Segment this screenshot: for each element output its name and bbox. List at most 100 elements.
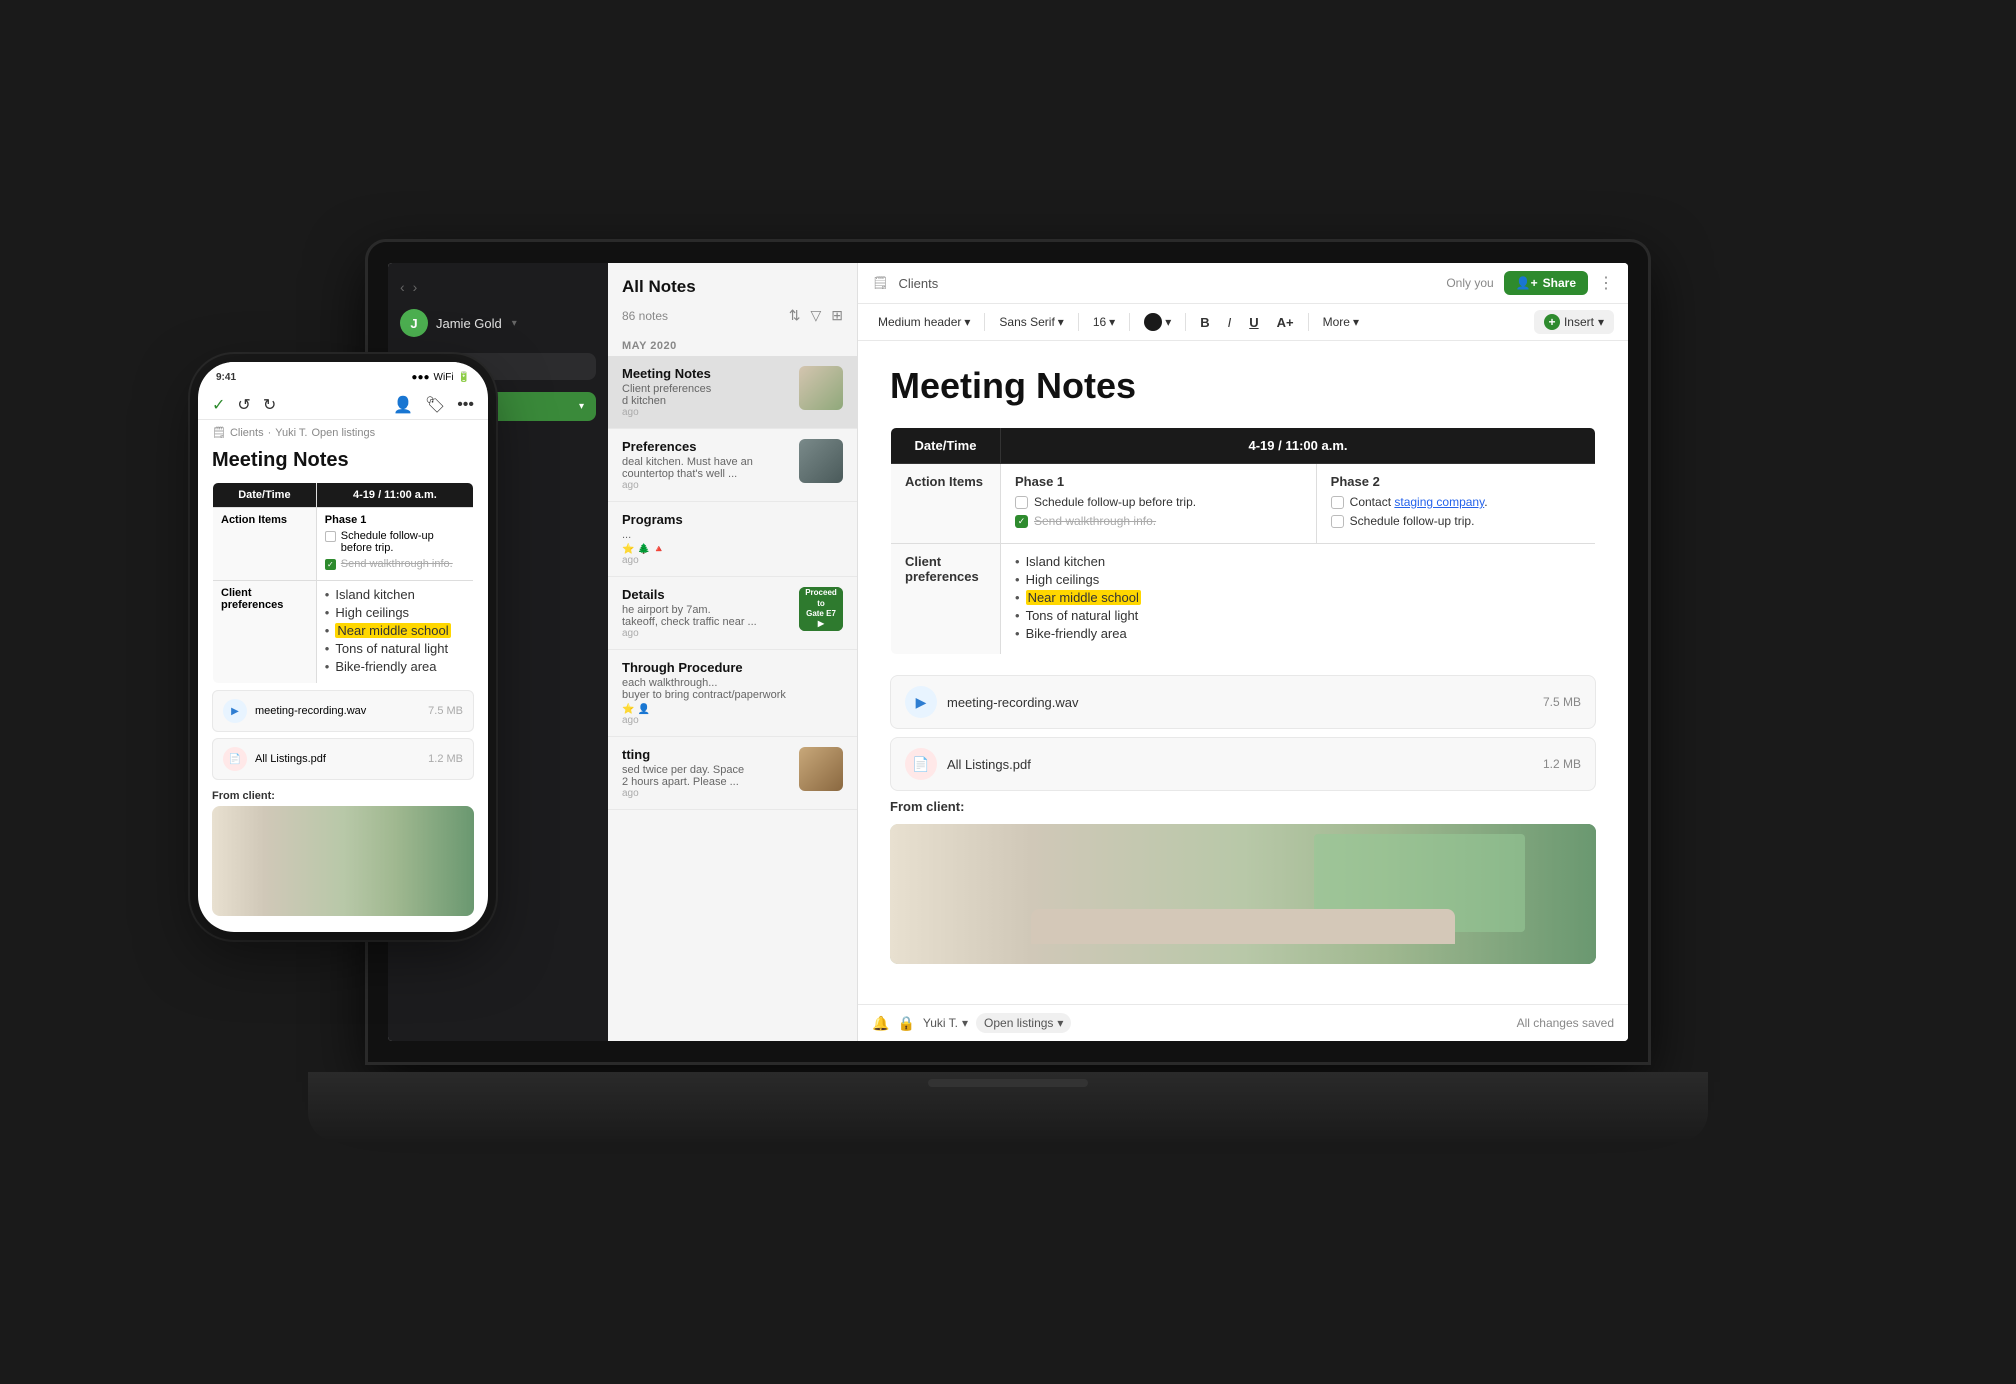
note-preview-3: ...	[622, 529, 843, 541]
nav-forward-arrow[interactable]: ›	[413, 279, 418, 295]
staging-company-link[interactable]: staging company	[1394, 495, 1484, 509]
checklist-item-2: ✓ Send walkthrough info.	[1015, 514, 1302, 528]
note-thumb-4: Proceed toGate E7▶	[799, 587, 843, 631]
pref-item-2: • High ceilings	[1015, 572, 1581, 587]
phone-from-client-label: From client:	[198, 786, 488, 802]
note-icon: 🗒	[872, 275, 889, 291]
note-info-6: tting sed twice per day. Space 2 hours a…	[622, 747, 789, 799]
checklist-item-4: Schedule follow-up trip.	[1331, 514, 1581, 528]
footer-user-label: Yuki T.	[923, 1016, 958, 1030]
filter-icon[interactable]: ▽	[810, 307, 821, 324]
phone-table-header-date: Date/Time	[213, 483, 317, 508]
note-tags-3: ⭐ 🌲 🔺	[622, 544, 843, 555]
note-time-4: ago	[622, 628, 789, 639]
note-tag-5-star: ⭐	[622, 704, 634, 715]
phone-tag-icon[interactable]: 🏷	[425, 395, 445, 415]
phone-note-title: Meeting Notes	[198, 445, 488, 482]
doc-title[interactable]: Meeting Notes	[890, 365, 1596, 407]
italic-button[interactable]: I	[1222, 312, 1238, 333]
phone-undo-icon[interactable]: ↺	[237, 395, 250, 415]
phone-checklist-item-2: ✓ Send walkthrough info.	[325, 558, 465, 570]
checkbox-4[interactable]	[1331, 515, 1344, 528]
laptop-screen-bezel: ‹ › J Jamie Gold ▾ 🔍 Search +	[368, 242, 1648, 1062]
app-layout: ‹ › J Jamie Gold ▾ 🔍 Search +	[388, 263, 1628, 1041]
checkbox-2[interactable]: ✓	[1015, 515, 1028, 528]
attachment-pdf[interactable]: 📄 All Listings.pdf 1.2 MB	[890, 737, 1596, 791]
note-preview-1: Client preferences	[622, 383, 789, 395]
note-item-5[interactable]: Through Procedure each walkthrough... bu…	[608, 650, 857, 737]
phone-table: Date/Time 4-19 / 11:00 a.m. Action Items…	[212, 482, 474, 684]
note-thumb-1	[799, 366, 843, 410]
insert-button[interactable]: + Insert ▾	[1534, 310, 1614, 334]
phone-more-icon[interactable]: •••	[457, 396, 474, 414]
view-icon[interactable]: ⊞	[831, 307, 843, 324]
footer-user[interactable]: Yuki T. ▾	[923, 1016, 968, 1030]
editor-topbar: 🗒 Clients Only you 👤+ Share ⋮	[858, 263, 1628, 304]
audio-play-icon[interactable]: ▶	[905, 686, 937, 718]
phone-content: Meeting Notes Date/Time 4-19 / 11:00 a.m…	[198, 445, 488, 932]
checkbox-3[interactable]	[1331, 496, 1344, 509]
footer-left: 🔔 🔒 Yuki T. ▾ Open listings ▾	[872, 1013, 1071, 1033]
topbar-right: Only you 👤+ Share ⋮	[1446, 271, 1614, 295]
pdf-filesize: 1.2 MB	[1543, 757, 1581, 771]
sort-icon[interactable]: ⇅	[789, 307, 801, 324]
size-dropdown[interactable]: 16 ▾	[1087, 312, 1121, 332]
note-thumb-2	[799, 439, 843, 483]
underline-button[interactable]: U	[1243, 312, 1264, 333]
note-preview-2b: countertop that's well ...	[622, 468, 789, 480]
nav-back-arrow[interactable]: ‹	[400, 279, 405, 295]
client-image	[890, 824, 1596, 964]
phone-toolbar: ✓ ↺ ↻ 👤 🏷 •••	[198, 389, 488, 420]
note-time-3: ago	[622, 555, 843, 566]
color-chevron-icon: ▾	[1165, 315, 1171, 329]
phase1-header: Phase 1	[1015, 474, 1302, 489]
note-item-4[interactable]: Details he airport by 7am. takeoff, chec…	[608, 577, 857, 650]
font-size-button[interactable]: A+	[1271, 312, 1300, 333]
phone-pref-3: • Near middle school	[325, 623, 465, 638]
pref-item-4: • Tons of natural light	[1015, 608, 1581, 623]
lock-icon[interactable]: 🔒	[897, 1015, 914, 1032]
more-dropdown[interactable]: More ▾	[1317, 312, 1365, 332]
client-prefs-content: • Island kitchen • High ceilings • Near …	[1001, 544, 1596, 655]
note-item-6[interactable]: tting sed twice per day. Space 2 hours a…	[608, 737, 857, 810]
sidebar-user[interactable]: J Jamie Gold ▾	[388, 303, 608, 349]
phone-checkbox-1[interactable]	[325, 531, 336, 542]
footer-tag[interactable]: Open listings ▾	[976, 1013, 1071, 1033]
phone-breadcrumb-text: Clients	[230, 427, 264, 439]
sofa-shape	[1031, 909, 1455, 944]
note-title-2: Preferences	[622, 439, 789, 454]
note-item-2[interactable]: Preferences deal kitchen. Must have an c…	[608, 429, 857, 502]
bell-icon[interactable]: 🔔	[872, 1015, 889, 1032]
note-item-1[interactable]: Meeting Notes Client preferences d kitch…	[608, 356, 857, 429]
note-time-5: ago	[622, 715, 843, 726]
phone-check-icon[interactable]: ✓	[212, 395, 225, 415]
topbar-more-icon[interactable]: ⋮	[1598, 273, 1614, 293]
note-preview-4: he airport by 7am.	[622, 604, 789, 616]
heading-dropdown[interactable]: Medium header ▾	[872, 312, 976, 332]
checkbox-1[interactable]	[1015, 496, 1028, 509]
phone-action-label: Action Items	[213, 508, 317, 581]
meeting-table: Date/Time 4-19 / 11:00 a.m. Action Items…	[890, 427, 1596, 655]
note-item-3[interactable]: Programs ... ⭐ 🌲 🔺 ago	[608, 502, 857, 577]
toolbar-sep-1	[984, 313, 985, 331]
phone-redo-icon[interactable]: ↻	[263, 395, 276, 415]
toolbar-sep-5	[1308, 313, 1309, 331]
toolbar-sep-4	[1185, 313, 1186, 331]
checklist-item-3: Contact staging company.	[1331, 495, 1581, 509]
bold-button[interactable]: B	[1194, 312, 1215, 333]
phone-table-header-value: 4-19 / 11:00 a.m.	[316, 483, 473, 508]
phase2-header: Phase 2	[1331, 474, 1581, 489]
phone-checkbox-2[interactable]: ✓	[325, 559, 336, 570]
insert-chevron-icon: ▾	[1598, 315, 1604, 329]
color-dropdown[interactable]: ▾	[1138, 310, 1177, 334]
notes-panel-header: All Notes 86 notes ⇅ ▽ ⊞	[608, 263, 857, 332]
checklist-item-1: Schedule follow-up before trip.	[1015, 495, 1302, 509]
share-button[interactable]: 👤+ Share	[1504, 271, 1588, 295]
breadcrumb-clients[interactable]: Clients	[899, 276, 939, 291]
font-dropdown[interactable]: Sans Serif ▾	[993, 312, 1069, 332]
phone-user-icon[interactable]: 👤	[393, 395, 413, 415]
pref-item-5: • Bike-friendly area	[1015, 626, 1581, 641]
share-icon: 👤+	[1516, 276, 1538, 290]
attachment-audio[interactable]: ▶ meeting-recording.wav 7.5 MB	[890, 675, 1596, 729]
notes-date-section: MAY 2020	[608, 332, 857, 356]
